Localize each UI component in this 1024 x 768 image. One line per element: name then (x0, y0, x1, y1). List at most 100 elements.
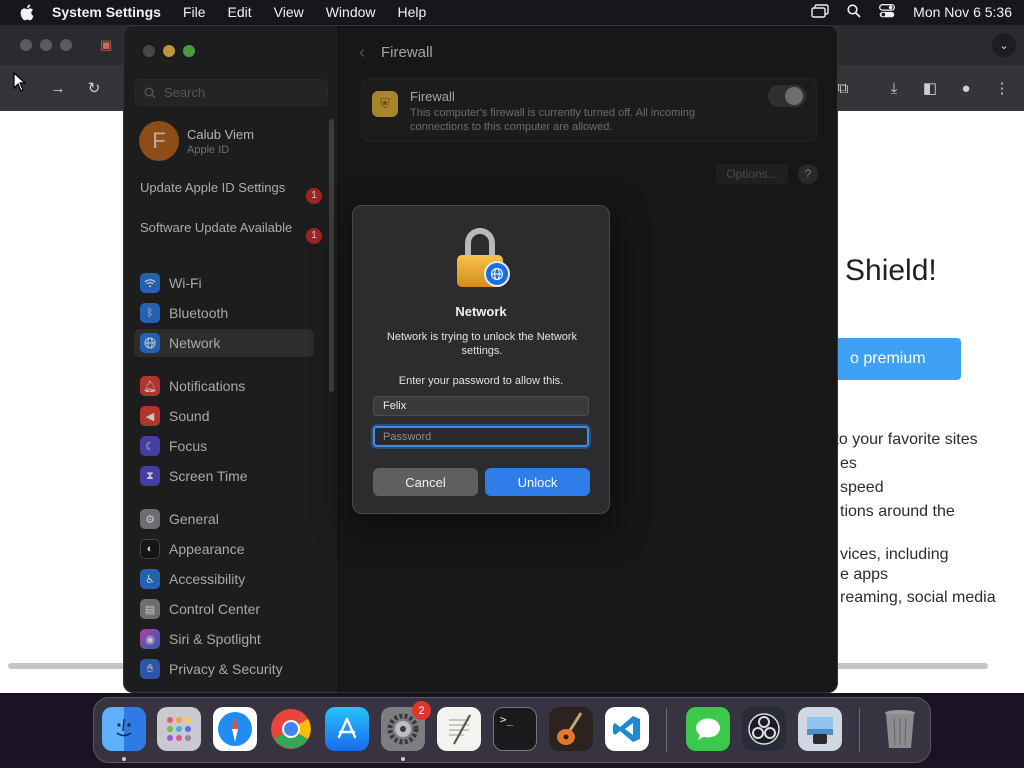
finder-icon[interactable] (102, 707, 146, 751)
help-button[interactable]: ? (798, 164, 818, 184)
menu-view[interactable]: View (274, 4, 304, 20)
update-apple-id-notice[interactable]: Update Apple ID Settings 1 (140, 180, 322, 204)
apple-menu-icon[interactable] (0, 4, 52, 21)
chrome-icon[interactable] (269, 707, 313, 751)
sidebar-item-focus[interactable]: ☾ Focus (134, 432, 314, 460)
safari-compass-icon[interactable] (213, 707, 257, 751)
authentication-dialog: Network Network is trying to unlock the … (352, 205, 610, 514)
control-center-icon: ▤ (140, 599, 160, 619)
lock-icon (457, 228, 513, 290)
search-icon (144, 87, 156, 99)
web-feature-line: tions around the (840, 503, 955, 520)
sidebar-item-sound[interactable]: ◀︎ Sound (134, 402, 314, 430)
running-indicator (122, 757, 126, 761)
sidebar-search-input[interactable]: Search (135, 79, 328, 106)
app-store-icon[interactable] (325, 707, 369, 751)
sidebar-item-accessibility[interactable]: ♿︎ Accessibility (134, 565, 314, 593)
notice-label: Software Update Available (140, 220, 293, 235)
sidebar-item-notifications[interactable]: 🔔︎ Notifications (134, 372, 314, 400)
account-name: Calub Viem (187, 126, 254, 142)
tab-search-chevron-icon[interactable]: ⌄ (992, 33, 1016, 57)
textedit-icon[interactable] (437, 707, 481, 751)
browser-minimize-button[interactable] (40, 39, 52, 51)
sidebar-item-network[interactable]: Network (134, 329, 314, 357)
browser-zoom-button[interactable] (60, 39, 72, 51)
moon-icon: ☾ (140, 436, 160, 456)
sidebar-item-general[interactable]: ⚙ General (134, 505, 314, 533)
sidebar-item-label: Notifications (169, 378, 246, 394)
launchpad-icon[interactable] (157, 707, 201, 751)
garageband-guitar-icon[interactable] (549, 707, 593, 751)
notice-badge: 1 (306, 188, 322, 204)
dock-separator (859, 708, 860, 752)
sidebar-scrollbar[interactable] (329, 119, 334, 392)
sidebar-item-control-center[interactable]: ▤ Control Center (134, 595, 314, 623)
tab-favicon-icon[interactable]: ▣ (100, 37, 112, 53)
dialog-title: Network (455, 304, 507, 319)
search-placeholder: Search (164, 85, 206, 100)
web-feature-line: vices, including (840, 546, 949, 563)
spotlight-search-icon[interactable] (847, 3, 861, 21)
apple-id-account[interactable]: F Calub Viem Apple ID (139, 121, 254, 161)
menu-file[interactable]: File (183, 4, 206, 20)
web-feature-line: s to your favorite sites (822, 431, 978, 448)
dock: 2 >_ (93, 697, 931, 763)
options-button[interactable]: Options... (716, 164, 788, 184)
firewall-description: This computer's firewall is currently tu… (410, 107, 695, 133)
web-feature-line: reaming, social media (840, 589, 996, 606)
window-zoom-button[interactable] (183, 45, 195, 57)
browser-close-button[interactable] (20, 39, 32, 51)
sidebar-item-label: Appearance (169, 541, 245, 557)
password-field[interactable]: Password (373, 426, 589, 447)
web-feature-line: e apps (840, 566, 889, 583)
menu-window[interactable]: Window (326, 4, 376, 20)
side-panel-icon[interactable]: ◧ (920, 78, 940, 98)
kebab-menu-icon[interactable]: ⋮ (992, 78, 1012, 98)
sidebar-item-privacy-security[interactable]: ✋︎ Privacy & Security (134, 655, 314, 683)
mouse-cursor-icon (13, 71, 27, 97)
hourglass-icon: ⧗ (140, 466, 160, 486)
system-settings-gear-icon[interactable]: 2 (381, 701, 431, 751)
messages-icon[interactable] (686, 707, 730, 751)
forward-arrow-icon[interactable]: → (48, 78, 68, 98)
menu-app-name[interactable]: System Settings (52, 4, 161, 20)
menu-edit[interactable]: Edit (228, 4, 252, 20)
preview-icon[interactable] (798, 707, 842, 751)
sidebar-item-siri-spotlight[interactable]: ◉ Siri & Spotlight (134, 625, 314, 653)
dock-separator (666, 708, 667, 752)
window-close-button[interactable] (143, 45, 155, 57)
software-update-notice[interactable]: Software Update Available 1 (140, 220, 322, 244)
sidebar-item-label: Privacy & Security (169, 661, 283, 677)
back-chevron-icon[interactable]: ‹ (359, 42, 365, 63)
screen-mirroring-icon[interactable] (811, 3, 829, 21)
menu-clock[interactable]: Mon Nov 6 5:36 (913, 4, 1012, 20)
control-center-icon[interactable] (879, 3, 896, 21)
cancel-button[interactable]: Cancel (373, 468, 478, 496)
sidebar-item-label: Siri & Spotlight (169, 631, 261, 647)
web-premium-button[interactable]: o premium (820, 338, 961, 380)
sidebar-item-bluetooth[interactable]: ᛒ Bluetooth (134, 299, 314, 327)
menu-help[interactable]: Help (398, 4, 427, 20)
window-minimize-button[interactable] (163, 45, 175, 57)
terminal-icon[interactable]: >_ (493, 707, 537, 751)
firewall-toggle[interactable] (768, 85, 806, 107)
sidebar-item-label: Bluetooth (169, 305, 229, 321)
settings-sidebar: Search F Calub Viem Apple ID Update Appl… (124, 26, 339, 692)
sidebar-item-wifi[interactable]: Wi-Fi (134, 269, 314, 297)
sidebar-item-appearance[interactable]: ◐ Appearance (134, 535, 314, 563)
network-globe-icon (140, 333, 160, 353)
vscode-icon[interactable] (605, 707, 649, 751)
web-heading: Shield! (845, 254, 937, 287)
web-feature-line: es (840, 455, 857, 472)
profile-icon[interactable]: ● (956, 78, 976, 98)
sidebar-item-label: General (169, 511, 219, 527)
obs-icon[interactable] (742, 707, 786, 751)
download-icon[interactable]: ⤓ (884, 78, 904, 98)
gear-icon: ⚙ (140, 509, 160, 529)
network-globe-icon (484, 261, 510, 287)
trash-icon[interactable] (878, 707, 922, 751)
username-field[interactable]: Felix (373, 396, 589, 416)
sidebar-item-screen-time[interactable]: ⧗ Screen Time (134, 462, 314, 490)
reload-icon[interactable]: ↻ (84, 78, 104, 98)
unlock-button[interactable]: Unlock (485, 468, 590, 496)
